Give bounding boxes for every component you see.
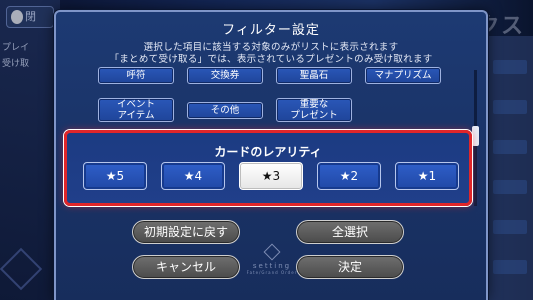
dialog-subtitle-2: 「まとめて受け取る」では、表示されているプレゼントのみ受け取れます bbox=[109, 54, 433, 65]
category-event-item-button[interactable]: イベント アイテム bbox=[98, 98, 174, 122]
category-important-present-button[interactable]: 重要な プレゼント bbox=[276, 98, 352, 122]
setting-watermark: setting Fate/Grand Order bbox=[242, 243, 302, 276]
fgo-emblem-icon bbox=[263, 243, 281, 261]
background-list-item bbox=[493, 260, 527, 274]
rarity-2-star-button[interactable]: ★2 bbox=[317, 162, 381, 190]
background-list-item bbox=[493, 140, 527, 154]
category-summon-ticket-button[interactable]: 呼符 bbox=[98, 67, 174, 84]
background-list-item bbox=[493, 220, 527, 234]
rarity-label: カードのレアリティ bbox=[214, 145, 322, 159]
confirm-button[interactable]: 決定 bbox=[296, 255, 404, 279]
background-list-item bbox=[493, 60, 527, 74]
setting-watermark-word: setting bbox=[252, 262, 292, 270]
rarity-3-star-button[interactable]: ★3 bbox=[239, 162, 303, 190]
category-exchange-ticket-button[interactable]: 交換券 bbox=[187, 67, 263, 84]
background-left-label-1: プレイ bbox=[2, 43, 30, 53]
category-saint-quartz-button[interactable]: 聖晶石 bbox=[276, 67, 352, 84]
background-list-item bbox=[493, 100, 527, 114]
back-arrow-icon bbox=[11, 10, 23, 24]
rarity-4-star-button[interactable]: ★4 bbox=[161, 162, 225, 190]
background-back-label: 閉 bbox=[25, 10, 36, 23]
category-list: 呼符 交換券 聖晶石 マナプリズム イベント アイテム その他 重要な プレゼン… bbox=[70, 64, 470, 136]
category-other-button[interactable]: その他 bbox=[187, 102, 263, 119]
rarity-filter-panel: カードのレアリティ ★5 ★4 ★3 ★2 ★1 bbox=[64, 130, 472, 206]
filter-dialog: フィルター設定 選択した項目に該当する対象のみがリストに表示されます 「まとめて… bbox=[54, 10, 488, 300]
background-back-button: 閉 bbox=[6, 6, 54, 28]
background-left-label-2: 受け取 bbox=[2, 59, 30, 69]
reset-defaults-button[interactable]: 初期設定に戻す bbox=[132, 220, 240, 244]
background-list-item bbox=[493, 180, 527, 194]
rarity-1-star-button[interactable]: ★1 bbox=[395, 162, 459, 190]
category-mana-prism-button[interactable]: マナプリズム bbox=[365, 67, 441, 84]
rarity-5-star-button[interactable]: ★5 bbox=[83, 162, 147, 190]
cancel-button[interactable]: キャンセル bbox=[132, 255, 240, 279]
dialog-title: フィルター設定 bbox=[222, 23, 320, 38]
setting-watermark-sub: Fate/Grand Order bbox=[246, 270, 298, 275]
category-scrollbar-thumb[interactable] bbox=[472, 126, 479, 146]
select-all-button[interactable]: 全選択 bbox=[296, 220, 404, 244]
